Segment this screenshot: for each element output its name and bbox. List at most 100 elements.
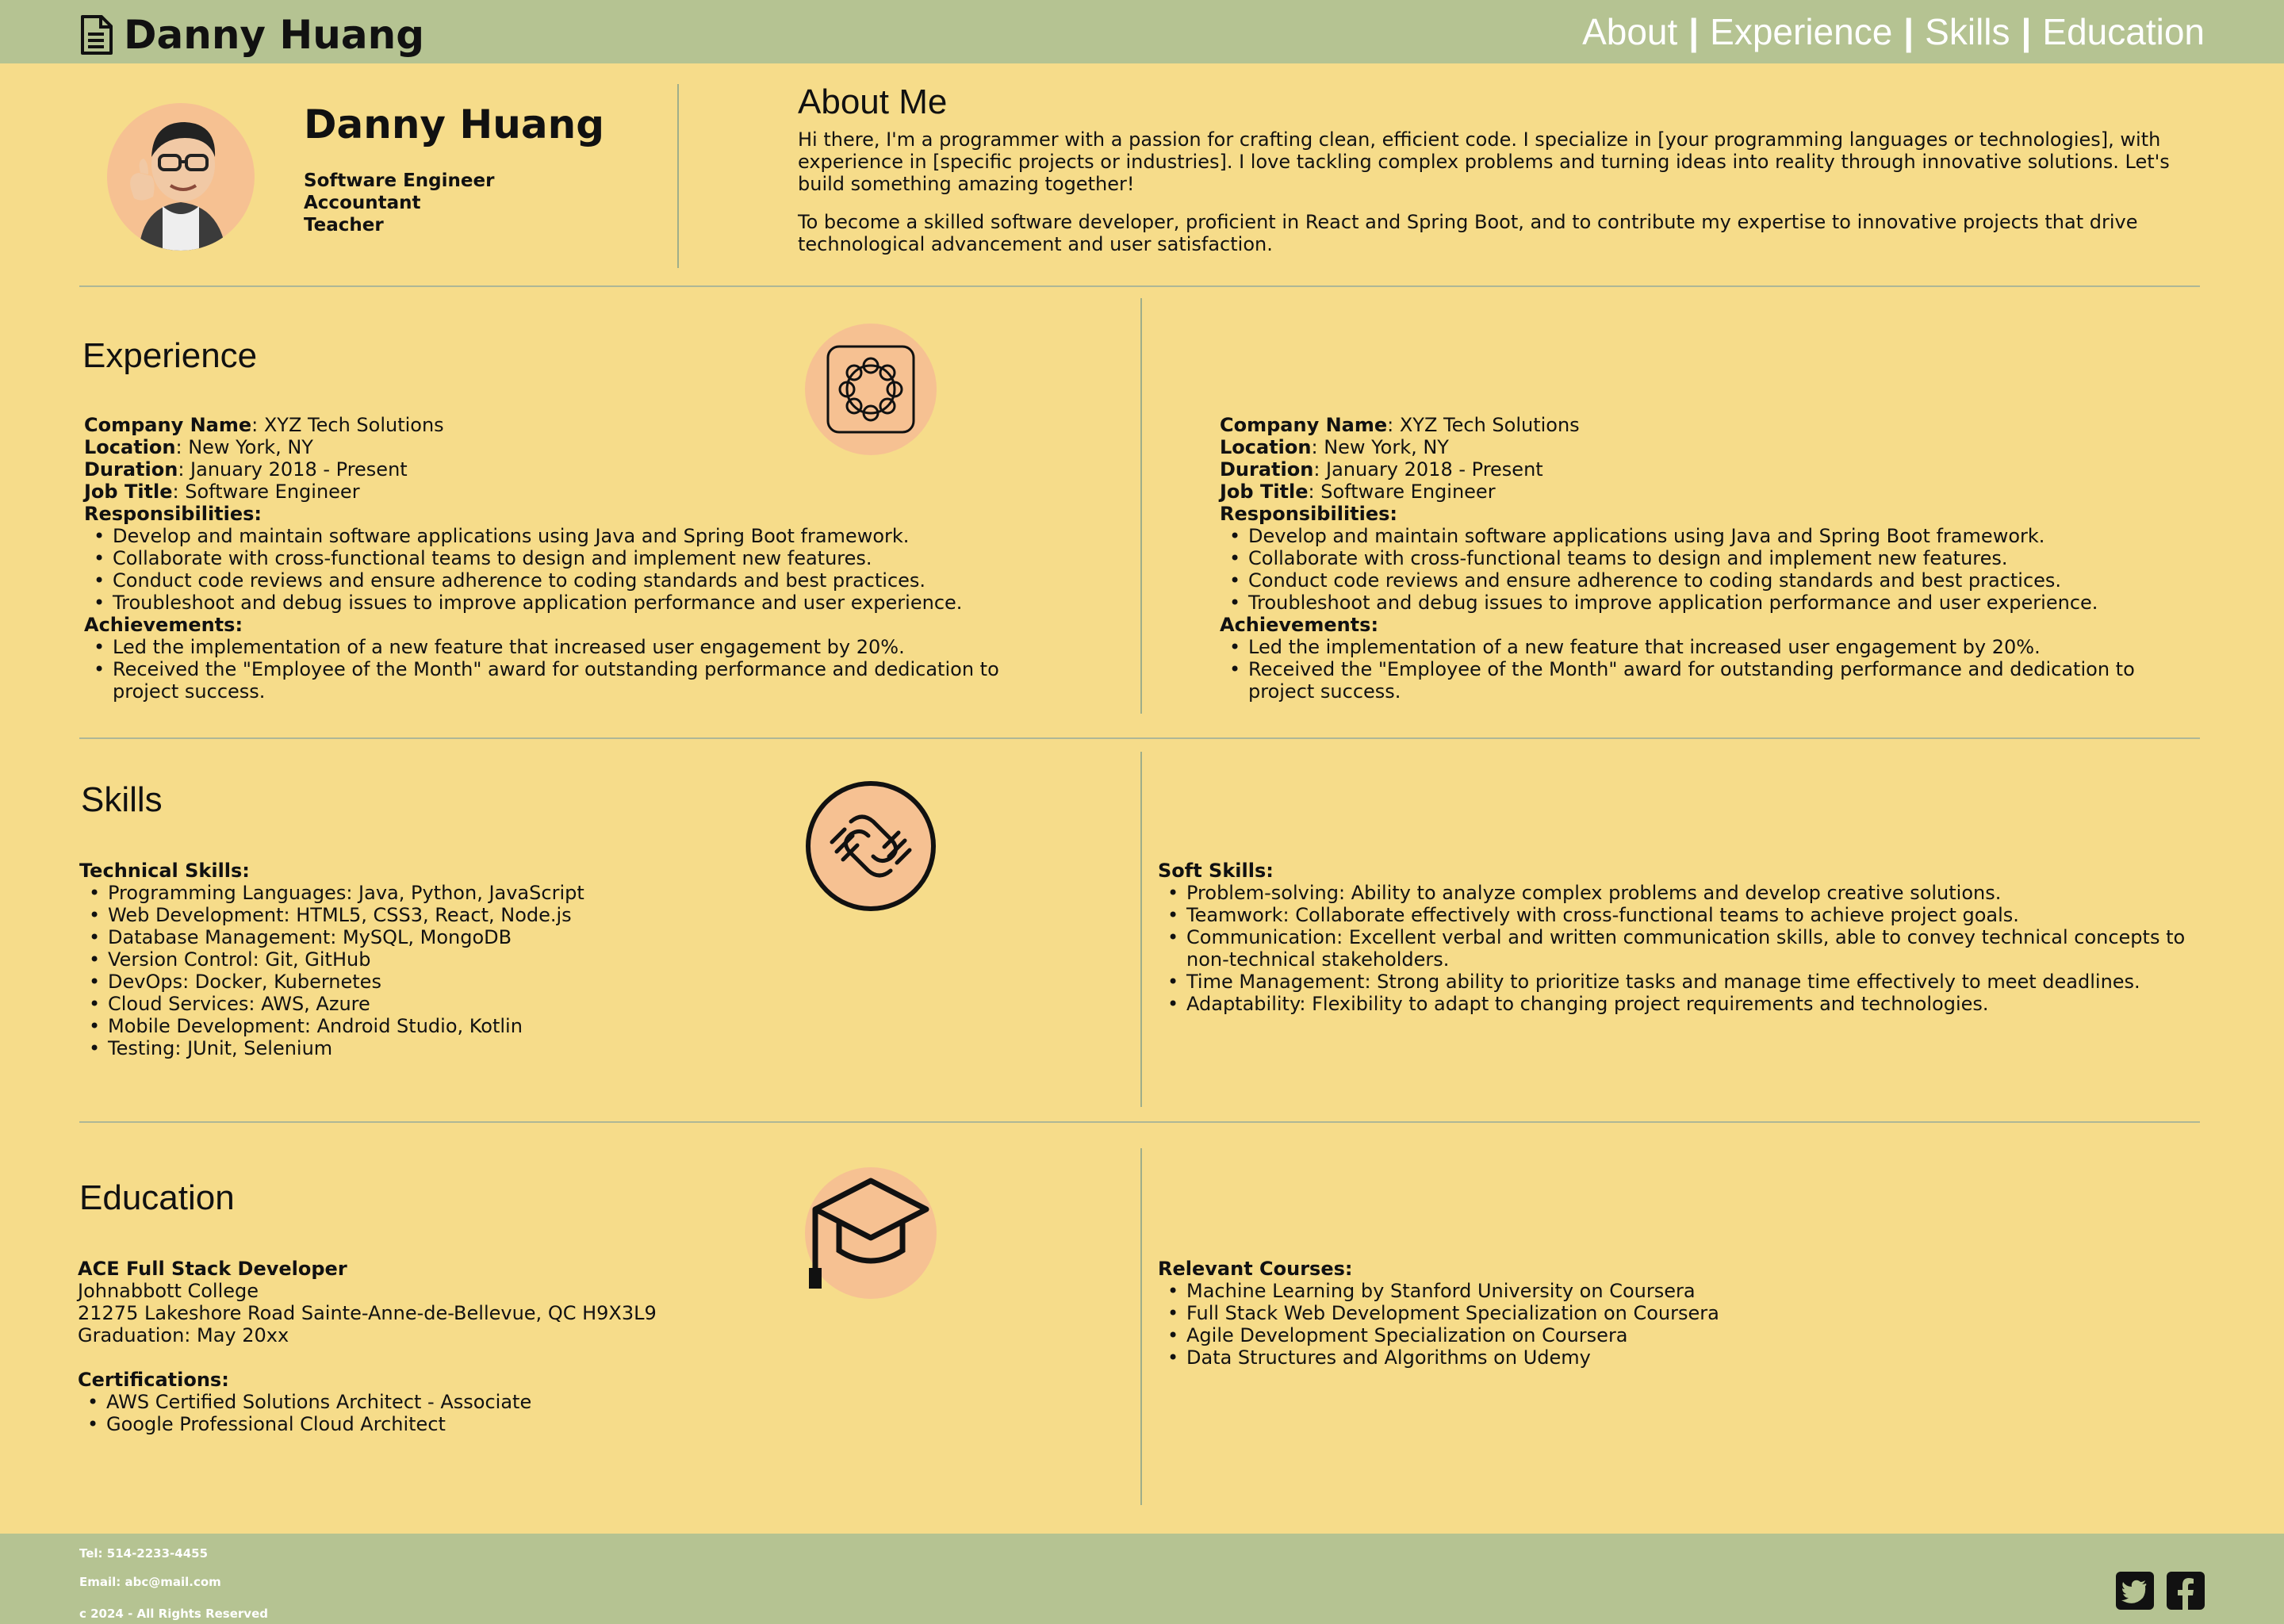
job-title-value: : Software Engineer xyxy=(172,481,360,503)
list-item: Adaptability: Flexibility to adapt to ch… xyxy=(1158,993,2205,1015)
job-title-value: : Software Engineer xyxy=(1308,481,1496,503)
certifications-list: AWS Certified Solutions Architect - Asso… xyxy=(78,1391,1029,1435)
list-item: Web Development: HTML5, CSS3, React, Nod… xyxy=(79,904,1031,926)
list-item: Troubleshoot and debug issues to improve… xyxy=(84,592,1067,614)
list-item: Agile Development Specialization on Cour… xyxy=(1158,1324,2189,1346)
footer: Tel: 514-2233-4455 Email: abc@mail.com c… xyxy=(0,1534,2284,1624)
responsibilities-label: Responsibilities: xyxy=(84,503,263,525)
company-value: : XYZ Tech Solutions xyxy=(251,414,444,436)
list-item: Teamwork: Collaborate effectively with c… xyxy=(1158,904,2205,926)
relevant-courses: Relevant Courses: Machine Learning by St… xyxy=(1158,1258,2189,1369)
facebook-icon[interactable] xyxy=(2167,1572,2205,1610)
role-item: Teacher xyxy=(304,215,384,236)
school: Johnabbott College xyxy=(78,1280,259,1302)
footer-copyright: c 2024 - All Rights Reserved xyxy=(79,1607,268,1621)
brand[interactable]: Danny Huang xyxy=(79,11,424,59)
list-item: Full Stack Web Development Specializatio… xyxy=(1158,1302,2189,1324)
technical-skills-list: Programming Languages: Java, Python, Jav… xyxy=(79,882,1031,1059)
field-label: Job Title xyxy=(1220,481,1309,503)
list-item: Received the "Employee of the Month" awa… xyxy=(84,658,1067,703)
skills-title: Skills xyxy=(81,780,163,819)
list-item: Develop and maintain software applicatio… xyxy=(84,525,1067,547)
divider xyxy=(1140,752,1142,1107)
memoji-avatar-icon xyxy=(130,122,226,251)
nav-education[interactable]: Education xyxy=(2042,10,2205,54)
education-title: Education xyxy=(79,1178,235,1217)
divider xyxy=(1140,1148,1142,1505)
list-item: Conduct code reviews and ensure adherenc… xyxy=(1220,569,2203,592)
soft-skills-label: Soft Skills: xyxy=(1158,860,1274,882)
field-label: Location xyxy=(84,436,176,458)
nav-skills[interactable]: Skills xyxy=(1925,10,2010,54)
experience-job-1: Company Name: XYZ Tech Solutions Locatio… xyxy=(84,414,1067,703)
list-item: Time Management: Strong ability to prior… xyxy=(1158,971,2205,993)
list-item: Troubleshoot and debug issues to improve… xyxy=(1220,592,2203,614)
location-value: : New York, NY xyxy=(175,436,313,458)
list-item: AWS Certified Solutions Architect - Asso… xyxy=(78,1391,1029,1413)
soft-skills-list: Problem-solving: Ability to analyze comp… xyxy=(1158,882,2205,1015)
duration-value: : January 2018 - Present xyxy=(1313,458,1543,481)
responsibilities-list: Develop and maintain software applicatio… xyxy=(84,525,1067,614)
list-item: Mobile Development: Android Studio, Kotl… xyxy=(79,1015,1031,1037)
profile-roles: Software Engineer Accountant Teacher xyxy=(304,170,494,236)
experience-title: Experience xyxy=(82,336,258,375)
divider xyxy=(79,1121,2200,1123)
nav-separator: | xyxy=(1903,11,1914,52)
top-nav-bar: Danny Huang About | Experience | Skills … xyxy=(0,0,2284,63)
location-value: : New York, NY xyxy=(1311,436,1449,458)
divider xyxy=(79,285,2200,287)
twitter-icon[interactable] xyxy=(2116,1572,2154,1610)
achievements-list: Led the implementation of a new feature … xyxy=(1220,636,2203,703)
responsibilities-label: Responsibilities: xyxy=(1220,503,1398,525)
role-item: Software Engineer xyxy=(304,170,495,191)
soft-skills: Soft Skills: Problem-solving: Ability to… xyxy=(1158,860,2205,1015)
role-item: Accountant xyxy=(304,193,421,213)
main-nav: About | Experience | Skills | Education xyxy=(1582,10,2205,54)
list-item: Machine Learning by Stanford University … xyxy=(1158,1280,2189,1302)
about-title: About Me xyxy=(798,82,948,121)
experience-job-2: Company Name: XYZ Tech Solutions Locatio… xyxy=(1220,414,2203,703)
brand-name: Danny Huang xyxy=(124,12,425,58)
document-icon xyxy=(81,15,113,55)
nav-about[interactable]: About xyxy=(1582,10,1677,54)
list-item: Develop and maintain software applicatio… xyxy=(1220,525,2203,547)
achievements-label: Achievements: xyxy=(1220,614,1379,636)
certifications-label: Certifications: xyxy=(78,1369,229,1391)
list-item: Led the implementation of a new feature … xyxy=(84,636,1067,658)
courses-label: Relevant Courses: xyxy=(1158,1258,1353,1280)
graduation-date: Graduation: May 20xx xyxy=(78,1324,289,1346)
technical-skills-label: Technical Skills: xyxy=(79,860,250,882)
nav-separator: | xyxy=(1688,11,1700,52)
education-details: ACE Full Stack Developer Johnabbott Coll… xyxy=(78,1258,1029,1435)
avatar xyxy=(107,103,255,251)
achievements-list: Led the implementation of a new feature … xyxy=(84,636,1067,703)
profile-name: Danny Huang xyxy=(304,102,605,147)
list-item: Programming Languages: Java, Python, Jav… xyxy=(79,882,1031,904)
list-item: Conduct code reviews and ensure adherenc… xyxy=(84,569,1067,592)
responsibilities-list: Develop and maintain software applicatio… xyxy=(1220,525,2203,614)
objective-paragraph: To become a skilled software developer, … xyxy=(798,211,2138,255)
list-item: Version Control: Git, GitHub xyxy=(79,948,1031,971)
nav-experience[interactable]: Experience xyxy=(1710,10,1892,54)
list-item: Problem-solving: Ability to analyze comp… xyxy=(1158,882,2205,904)
divider xyxy=(1140,298,1142,714)
degree: ACE Full Stack Developer xyxy=(78,1258,347,1280)
field-label: Company Name xyxy=(84,414,252,436)
list-item: Database Management: MySQL, MongoDB xyxy=(79,926,1031,948)
list-item: Led the implementation of a new feature … xyxy=(1220,636,2203,658)
field-label: Duration xyxy=(84,458,178,481)
nav-separator: | xyxy=(2021,11,2032,52)
field-label: Location xyxy=(1220,436,1312,458)
list-item: Testing: JUnit, Selenium xyxy=(79,1037,1031,1059)
list-item: Google Professional Cloud Architect xyxy=(78,1413,1029,1435)
list-item: Cloud Services: AWS, Azure xyxy=(79,993,1031,1015)
courses-list: Machine Learning by Stanford University … xyxy=(1158,1280,2189,1369)
achievements-label: Achievements: xyxy=(84,614,243,636)
technical-skills: Technical Skills: Programming Languages:… xyxy=(79,860,1031,1059)
list-item: DevOps: Docker, Kubernetes xyxy=(79,971,1031,993)
list-item: Communication: Excellent verbal and writ… xyxy=(1158,926,2205,971)
list-item: Data Structures and Algorithms on Udemy xyxy=(1158,1346,2189,1369)
divider xyxy=(79,737,2200,739)
company-value: : XYZ Tech Solutions xyxy=(1387,414,1580,436)
field-label: Job Title xyxy=(84,481,173,503)
